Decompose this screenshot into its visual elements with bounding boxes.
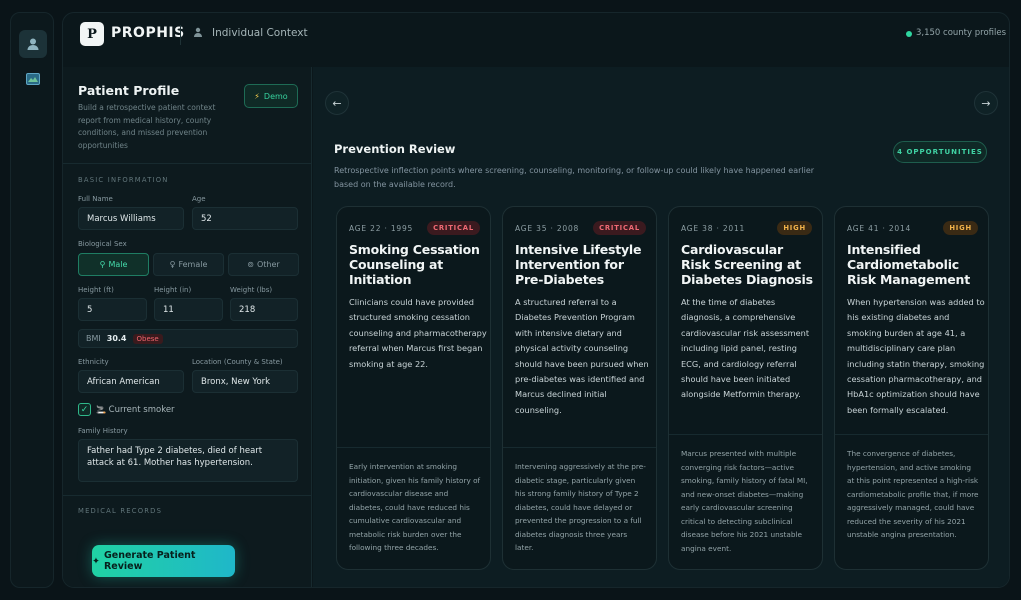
context-label: Individual Context: [212, 27, 308, 39]
card-meta: AGE 35 · 2008: [515, 224, 580, 233]
county-profiles-count: 3,150 county profiles: [916, 28, 1007, 38]
map-icon-glyph: [26, 73, 40, 85]
medical-records-header: MEDICAL RECORDS: [78, 507, 163, 515]
weight-field[interactable]: 218: [230, 298, 298, 321]
prevention-review-panel: ← → Prevention Review Retrospective infl…: [313, 67, 1009, 587]
card-meta: AGE 22 · 1995: [349, 224, 414, 233]
full-name-field[interactable]: Marcus Williams: [78, 207, 184, 230]
male-icon: ⚲: [99, 260, 106, 269]
ethnicity-label: Ethnicity: [78, 358, 109, 366]
opportunity-card[interactable]: AGE 35 · 2008 CRITICAL Intensive Lifesty…: [502, 206, 657, 570]
status-dot: [906, 31, 912, 37]
card-divider: [337, 447, 490, 448]
opportunity-card[interactable]: AGE 41 · 2014 HIGH Intensified Cardiomet…: [834, 206, 989, 570]
female-icon: ♀: [169, 260, 176, 269]
person-icon: [193, 27, 203, 40]
weight-label: Weight (lbs): [230, 286, 273, 294]
severity-badge: HIGH: [777, 221, 812, 235]
demo-button[interactable]: ⚡ Demo: [244, 84, 298, 108]
card-body: When hypertension was added to his exist…: [847, 297, 985, 415]
cigarette-icon: 🚬: [96, 405, 106, 414]
demo-label: Demo: [263, 91, 288, 101]
card-footer: Early intervention at smoking initiation…: [349, 462, 481, 552]
smoker-label-row: 🚬 Current smoker: [96, 405, 175, 415]
opportunity-card[interactable]: AGE 38 · 2011 HIGH Cardiovascular Risk S…: [668, 206, 823, 570]
card-footer: The convergence of diabetes, hypertensio…: [847, 449, 979, 539]
height-in-field[interactable]: 11: [154, 298, 223, 321]
patient-profile-panel: Patient Profile Build a retrospective pa…: [63, 67, 312, 587]
sex-option-other[interactable]: ⊚ Other: [228, 253, 299, 276]
card-footer: Marcus presented with multiple convergin…: [681, 449, 808, 553]
smoker-label: Current smoker: [108, 405, 175, 415]
logo-letter: P: [87, 26, 97, 42]
bmi-value: 30.4: [106, 334, 127, 343]
review-subtitle: Retrospective inflection points where sc…: [334, 166, 815, 189]
other-icon: ⊚: [247, 260, 254, 269]
severity-badge: CRITICAL: [427, 221, 480, 235]
card-title: Intensive Lifestyle Intervention for Pre…: [515, 242, 642, 287]
app-shell: P PROPHIS Individual Context 3,150 count…: [62, 12, 1010, 588]
card-meta: AGE 41 · 2014: [847, 224, 912, 233]
topbar-divider: [180, 25, 181, 45]
sex-option-label: Female: [178, 260, 208, 269]
sex-option-female[interactable]: ♀ Female: [153, 253, 224, 276]
smoker-checkbox[interactable]: ✓: [78, 403, 91, 416]
card-divider: [835, 434, 988, 435]
card-title: Intensified Cardiometabolic Risk Managem…: [847, 242, 971, 287]
card-meta: AGE 38 · 2011: [681, 224, 746, 233]
basic-info-header: BASIC INFORMATION: [78, 176, 169, 184]
bmi-display: BMI 30.4 Obese: [78, 329, 298, 348]
height-in-label: Height (in): [154, 286, 192, 294]
card-divider: [503, 447, 656, 448]
age-field[interactable]: 52: [192, 207, 298, 230]
family-history-label: Family History: [78, 427, 128, 435]
section-divider: [63, 163, 312, 164]
location-field[interactable]: Bronx, New York: [192, 370, 298, 393]
card-divider: [669, 434, 822, 435]
bmi-label: BMI: [86, 334, 101, 343]
height-ft-field[interactable]: 5: [78, 298, 147, 321]
user-icon-glyph: [27, 38, 39, 50]
top-bar: P PROPHIS Individual Context 3,150 count…: [63, 13, 1009, 57]
age-label: Age: [192, 195, 206, 203]
location-label: Location (County & State): [192, 358, 283, 366]
card-body: Clinicians could have provided structure…: [349, 297, 487, 369]
sparkle-icon: ✦: [92, 555, 100, 567]
full-name-label: Full Name: [78, 195, 113, 203]
panel-description: Build a retrospective patient context re…: [78, 103, 216, 150]
card-title: Smoking Cessation Counseling at Initiati…: [349, 242, 480, 287]
opportunities-badge: 4 OPPORTUNITIES: [893, 141, 987, 163]
panel-title: Patient Profile: [78, 83, 180, 98]
card-title: Cardiovascular Risk Screening at Diabete…: [681, 242, 813, 287]
card-footer: Intervening aggressively at the pre-diab…: [515, 462, 646, 552]
brand-name: PROPHIS: [111, 25, 185, 41]
map-icon[interactable]: [19, 65, 47, 93]
sex-option-label: Other: [256, 260, 280, 269]
bmi-class-badge: Obese: [132, 333, 163, 344]
height-ft-label: Height (ft): [78, 286, 114, 294]
sex-option-label: Male: [108, 260, 128, 269]
sex-label: Biological Sex: [78, 240, 127, 248]
ethnicity-field[interactable]: African American: [78, 370, 184, 393]
generate-review-button[interactable]: ✦ Generate Patient Review: [92, 545, 235, 577]
review-title: Prevention Review: [334, 142, 456, 156]
section-divider: [63, 495, 312, 496]
sex-option-male[interactable]: ⚲ Male: [78, 253, 149, 276]
severity-badge: CRITICAL: [593, 221, 646, 235]
next-arrow-icon[interactable]: →: [974, 91, 998, 115]
opportunity-card[interactable]: AGE 22 · 1995 CRITICAL Smoking Cessation…: [336, 206, 491, 570]
logo: P: [80, 22, 104, 46]
prev-arrow-icon[interactable]: ←: [325, 91, 349, 115]
card-body: At the time of diabetes diagnosis, a com…: [681, 297, 810, 400]
generate-label: Generate Patient Review: [103, 550, 196, 572]
user-icon[interactable]: [19, 30, 47, 58]
severity-badge: HIGH: [943, 221, 978, 235]
card-body: A structured referral to a Diabetes Prev…: [515, 297, 649, 415]
icon-rail: [10, 12, 54, 588]
lightning-icon: ⚡: [254, 91, 260, 101]
family-history-field[interactable]: Father had Type 2 diabetes, died of hear…: [78, 439, 298, 482]
